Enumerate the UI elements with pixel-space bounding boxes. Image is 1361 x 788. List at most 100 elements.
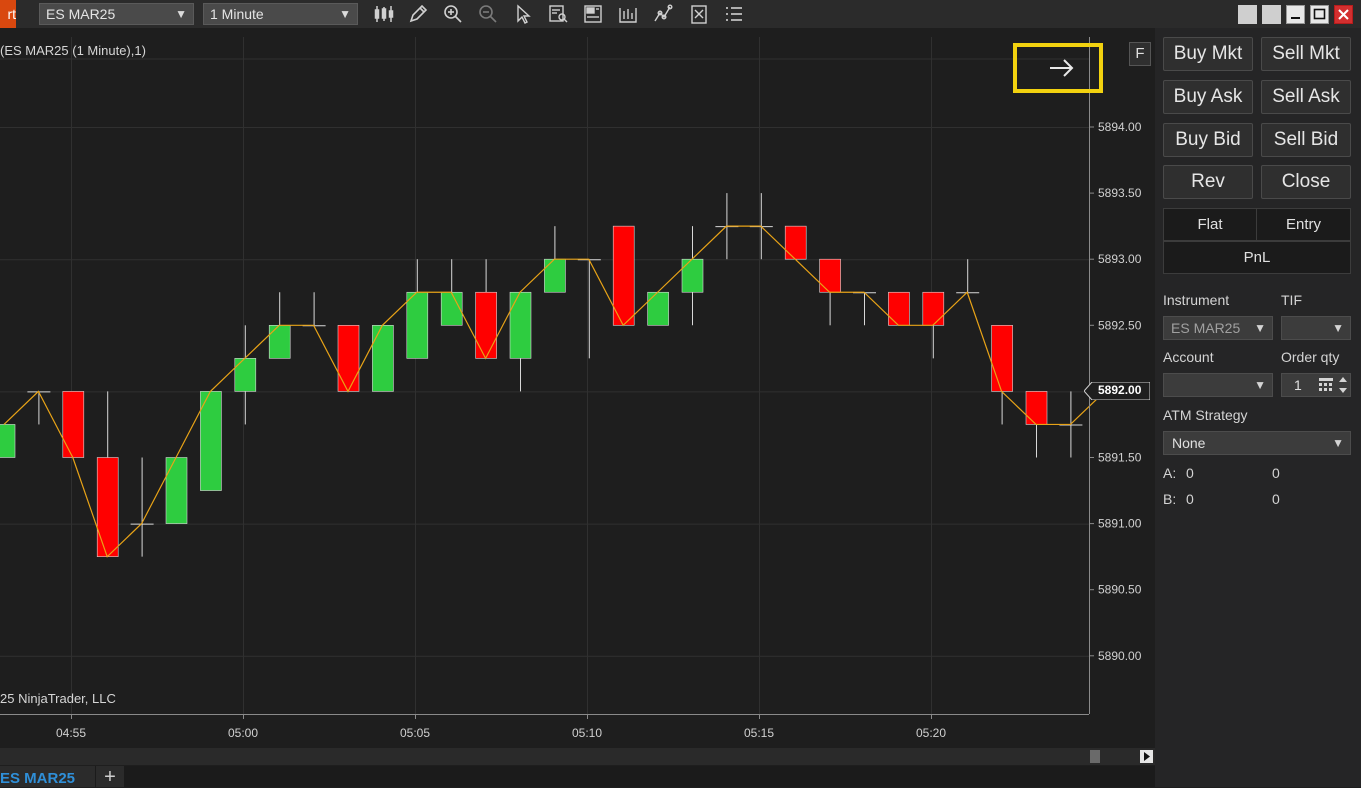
buy-ask-button[interactable]: Buy Ask <box>1163 80 1253 114</box>
chevron-down-icon: ▼ <box>175 7 187 21</box>
instrument-field-value: ES MAR25 <box>1171 320 1241 336</box>
instrument-selector-value: ES MAR25 <box>46 6 116 22</box>
chart-tab-strip: ES MAR25 + <box>0 766 1155 788</box>
sell-bid-button[interactable]: Sell Bid <box>1261 123 1351 157</box>
time-tick-label: 05:00 <box>228 726 258 740</box>
price-tick-label: 5891.50 <box>1098 451 1142 465</box>
close-position-button[interactable]: Close <box>1261 165 1351 199</box>
candle-down <box>1025 391 1048 425</box>
chart-scrollbar[interactable] <box>0 748 1155 765</box>
atm-strategy-label: ATM Strategy <box>1163 407 1248 423</box>
calculator-icon[interactable] <box>1319 378 1333 392</box>
price-tick-label: 5891.00 <box>1098 517 1142 531</box>
candle-up <box>544 258 566 293</box>
chart-panel[interactable]: 5894.00 5893.50 5893.00 5892.50 5891.50 5891.… <box>0 37 1155 765</box>
price-tick-label: 5894.00 <box>1098 120 1142 134</box>
a-label: A: <box>1163 465 1177 481</box>
candle-up <box>406 291 429 359</box>
interval-selector[interactable]: 1 Minute ▼ <box>203 3 358 25</box>
bars-type-icon[interactable] <box>373 3 395 25</box>
candle-down <box>991 324 1013 392</box>
instrument-label: Instrument <box>1163 292 1230 308</box>
candle-down <box>62 391 85 458</box>
price-tick-label: 5892.50 <box>1098 318 1142 332</box>
chart-series-label: (ES MAR25 (1 Minute),1) <box>0 43 146 58</box>
price-tick-label: 5890.50 <box>1098 583 1142 597</box>
price-tick-label: 5890.00 <box>1098 649 1142 663</box>
candle-up <box>372 324 394 392</box>
price-tick-label: 5893.00 <box>1098 252 1142 266</box>
templates-icon[interactable] <box>582 3 604 25</box>
instrument-selector[interactable]: ES MAR25 ▼ <box>39 3 194 25</box>
expand-panel-button[interactable] <box>1013 43 1103 93</box>
chevron-down-icon: ▼ <box>1254 378 1266 392</box>
f-button[interactable]: F <box>1129 42 1151 66</box>
candle-up <box>234 358 257 392</box>
close-icon[interactable] <box>1334 5 1353 24</box>
interval-selector-value: 1 Minute <box>210 6 264 22</box>
candle-down <box>612 225 635 326</box>
a-value-2: 0 <box>1272 465 1280 481</box>
price-chart[interactable]: 5894.00 5893.50 5893.00 5892.50 5891.50 5891.… <box>0 37 1155 747</box>
order-qty-field[interactable]: 1 <box>1281 373 1351 397</box>
atm-strategy-value: None <box>1172 435 1206 451</box>
scroll-right-icon[interactable] <box>1140 750 1153 763</box>
chart-tab-label: ES MAR25 <box>0 770 76 787</box>
sell-market-button[interactable]: Sell Mkt <box>1261 37 1351 71</box>
chart-trader-icon[interactable] <box>688 3 710 25</box>
zoom-in-icon[interactable] <box>442 3 464 25</box>
qty-spinner-icon[interactable] <box>1338 376 1348 394</box>
order-qty-label: Order qty <box>1281 349 1340 365</box>
reverse-button[interactable]: Rev <box>1163 165 1253 199</box>
chart-tab-es-mar25[interactable]: ES MAR25 <box>0 766 95 787</box>
chart-trader-panel: Buy Mkt Sell Mkt Buy Ask Sell Ask Buy Bi… <box>1155 28 1361 787</box>
candle-down <box>888 291 910 326</box>
price-tick-label: 5893.50 <box>1098 186 1142 200</box>
candle-up <box>165 457 188 524</box>
atm-strategy-selector[interactable]: None ▼ <box>1163 431 1351 455</box>
tif-label: TIF <box>1281 292 1302 308</box>
scrollbar-thumb[interactable] <box>1090 750 1100 763</box>
pencil-draw-icon[interactable] <box>407 3 429 25</box>
strategies-icon[interactable] <box>652 3 674 25</box>
chart-toolbar: rt ES MAR25 ▼ 1 Minute ▼ <box>0 0 1361 28</box>
b-value-1: 0 <box>1186 491 1194 507</box>
minimize-icon[interactable] <box>1286 5 1305 24</box>
b-value-2: 0 <box>1272 491 1280 507</box>
time-tick-label: 05:10 <box>572 726 602 740</box>
add-tab-button[interactable]: + <box>96 766 124 788</box>
account-selector[interactable]: ▼ <box>1163 373 1273 397</box>
candle-up <box>200 391 222 491</box>
time-tick-label: 05:20 <box>916 726 946 740</box>
tile-window-button-2[interactable] <box>1262 5 1281 24</box>
candle-up <box>509 291 532 359</box>
maximize-icon[interactable] <box>1310 5 1329 24</box>
arrow-right-icon <box>1050 59 1074 77</box>
indicators-icon[interactable] <box>617 3 639 25</box>
candle-up <box>0 424 16 458</box>
app-tab[interactable]: rt <box>0 0 16 28</box>
current-price-value: 5892.00 <box>1098 383 1142 397</box>
tif-selector[interactable]: ▼ <box>1281 316 1351 340</box>
flat-cell: Flat <box>1163 208 1257 241</box>
list-icon[interactable] <box>723 3 745 25</box>
buy-bid-button[interactable]: Buy Bid <box>1163 123 1253 157</box>
candle-down <box>337 324 360 392</box>
tile-window-button[interactable] <box>1238 5 1257 24</box>
candle-up <box>440 291 463 326</box>
time-tick-label: 05:15 <box>744 726 774 740</box>
chevron-down-icon: ▼ <box>339 7 351 21</box>
zoom-out-icon[interactable] <box>477 3 499 25</box>
sell-ask-button[interactable]: Sell Ask <box>1261 80 1351 114</box>
instrument-field[interactable]: ES MAR25 ▼ <box>1163 316 1273 340</box>
candle-down <box>784 225 807 260</box>
chevron-down-icon: ▼ <box>1332 321 1344 335</box>
data-box-icon[interactable] <box>547 3 569 25</box>
b-label: B: <box>1163 491 1177 507</box>
buy-market-button[interactable]: Buy Mkt <box>1163 37 1253 71</box>
candle-up <box>647 291 669 326</box>
time-tick-label: 05:05 <box>400 726 430 740</box>
pointer-icon[interactable] <box>512 3 534 25</box>
candle-down <box>96 457 119 557</box>
chevron-down-icon: ▼ <box>1332 436 1344 450</box>
